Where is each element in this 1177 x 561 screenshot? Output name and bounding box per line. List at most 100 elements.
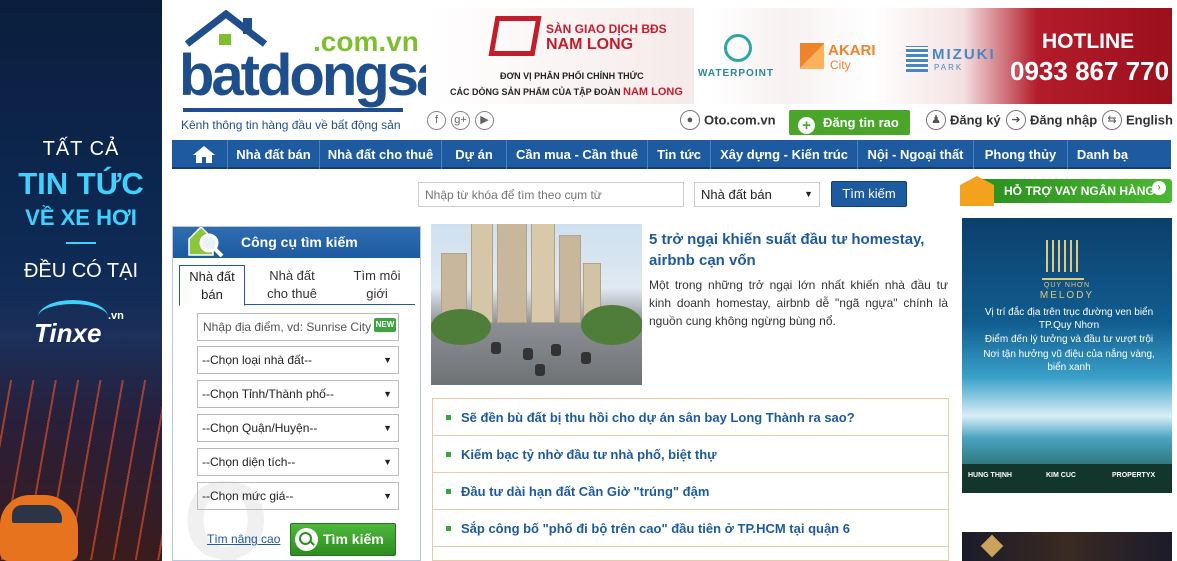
register-link[interactable]: ♟ Đăng ký [926,110,1001,130]
tab-label-line2: giới [366,286,388,301]
mizuki-logo-icon [906,46,928,72]
tab-label-line1: Nhà đất [189,269,235,284]
ad-line-3: VỀ XE HƠI [25,205,137,230]
banner-company-line2: NAM LONG [546,36,634,53]
advanced-search-link[interactable]: Tìm nâng cao [207,532,280,546]
tinxe-suffix: .vn [108,310,124,322]
left-tinxe-ad[interactable]: TẤT CẢ TIN TỨC VỀ XE HƠI ĐỀU CÓ TẠI Tinx… [0,0,162,561]
developer-logo-1: HUNG THỊNH [968,472,1012,479]
facebook-icon[interactable]: f [427,111,446,130]
second-right-ad[interactable] [962,532,1172,561]
bank-loan-label: HỖ TRỢ VAY NGÂN HÀNG [978,179,1172,203]
tab-nha-dat-cho-thue[interactable]: Nhà đất cho thuê [249,265,335,305]
banner-sub2: CÁC DÒNG SẢN PHẨM CỦA TẬP ĐOÀN NAM LONG [450,86,683,98]
namlong-logo-icon [488,16,542,56]
post-listing-button[interactable]: + Đăng tin rao [789,110,910,135]
banner-sub2-brand: NAM LONG [623,86,683,98]
nav-item-nha-dat-cho-thue[interactable]: Nhà đất cho thuê [319,140,441,169]
banner-sub1: ĐƠN VỊ PHÂN PHỐI CHÍNH THỨC [500,71,644,81]
waterpoint-logo-icon [724,34,752,62]
post-listing-label: Đăng tin rao [823,115,899,130]
developer-logo-3: PROPERTYX [1112,472,1156,479]
project-mizuki: MIZUKI [932,46,996,63]
new-badge: NEW [374,318,396,332]
project-waterpoint: WATERPOINT [698,68,774,79]
swap-icon: ⇆ [1102,110,1122,130]
ad-bullet-1: Vị trí đắc địa trên trục đường ven biển … [984,307,1154,331]
list-item[interactable]: Sắp công bố "phố đi bộ trên cao" đầu tiê… [433,510,948,547]
bank-loan-text: HỖ TRỢ VAY NGÂN HÀNG [1004,184,1155,198]
developer-logo-2: KIM CUC [1046,472,1076,479]
ad-brand-small: QUY NHƠN [1043,282,1091,289]
ad-line-2: TIN TỨC [18,166,144,201]
project-akari: AKARI [828,42,876,59]
select-value: --Chọn Tỉnh/Thành phố-- [202,387,334,401]
news-list: Sẽ đền bù đất bị thu hồi cho dự án sân b… [432,398,949,561]
login-link[interactable]: ➜ Đăng nhập [1006,110,1097,130]
nav-item-noi-ngoai-that[interactable]: Nội - Ngoại thất [857,140,973,169]
ad-divider [66,242,96,244]
house-search-icon [188,227,224,257]
search-button[interactable]: Tìm kiếm [831,181,907,207]
project-mizuki-park: PARK [934,63,964,72]
chevron-down-icon: ▼ [804,189,813,199]
ad-line-4: ĐỀU CÓ TẠI [23,260,139,282]
nav-item-can-mua[interactable]: Cần mua - Cần thuê [506,140,647,169]
login-icon: ➜ [1006,110,1026,130]
select-value: --Chọn diện tích-- [202,455,296,469]
tab-tim-moi-gioi[interactable]: Tìm môi giới [339,265,415,305]
list-item[interactable]: Đầu tư dài hạn đất Cần Giờ "trúng" đậm [433,473,948,510]
akari-logo-icon [800,43,824,69]
diamond-icon [980,534,1004,558]
nav-item-du-an[interactable]: Dự án [441,140,506,169]
tab-label-line1: Tìm môi [353,268,401,283]
youtube-icon[interactable]: ▶ [475,111,494,130]
panel-search-button[interactable]: Tìm kiếm [290,523,396,556]
chevron-down-icon: ▼ [383,423,392,433]
nav-item-phong-thuy[interactable]: Phong thủy [973,140,1067,169]
keyword-search-input[interactable] [418,182,684,207]
district-select[interactable]: --Chọn Quận/Huyện-- ▼ [197,414,399,442]
project-akari-city: City [830,58,851,72]
arrow-right-icon: › [1152,181,1166,195]
car-icon: ● [680,110,700,130]
featured-article-summary: Một trong những trở ngại lớn nhất khiến … [649,278,948,328]
tab-nha-dat-ban[interactable]: Nhà đất bán [179,265,245,306]
logo-underline [183,108,403,112]
google-plus-icon[interactable]: g+ [451,111,470,130]
nav-item-xay-dung[interactable]: Xây dựng - Kiến trúc [710,140,857,169]
property-type-select[interactable]: Nhà đất bán ▼ [694,182,820,207]
area-select[interactable]: --Chọn diện tích-- ▼ [197,448,399,476]
hotline-label: HOTLINE [1042,30,1135,53]
list-item[interactable]: Kiếm bạc tỷ nhờ đầu tư nhà phố, biệt thự [433,436,948,473]
chevron-down-icon: ▼ [383,491,392,501]
list-item[interactable]: Sẽ đền bù đất bị thu hồi cho dự án sân b… [433,399,948,436]
property-kind-select[interactable]: --Chọn loại nhà đất-- ▼ [197,346,399,374]
province-select[interactable]: --Chọn Tỉnh/Thành phố-- ▼ [197,380,399,408]
select-value: --Chọn Quận/Huyện-- [202,421,318,435]
bank-loan-banner[interactable]: HỖ TRỢ VAY NGÂN HÀNG › [960,176,1172,206]
home-icon[interactable] [172,140,227,169]
oto-link[interactable]: ● Oto.com.vn [680,110,776,130]
quynhon-melody-ad[interactable]: QUY NHƠN MELODY Vị trí đắc địa trên trục… [962,218,1172,493]
search-panel-title: Công cụ tìm kiếm [241,234,358,250]
language-link[interactable]: ⇆ English [1102,110,1173,130]
nav-item-danh-ba[interactable]: Danh bạ [1067,140,1137,169]
site-logo[interactable]: .com.vn batdongsan Kênh thông tin hàng đ… [177,8,481,134]
plus-icon: + [798,117,815,134]
search-icon [295,528,318,551]
select-value: --Chọn loại nhà đất-- [202,353,313,367]
featured-article-title[interactable]: 5 trở ngại khiến suất đầu tư homestay, a… [649,229,948,271]
tab-label-line1: Nhà đất [269,268,315,283]
list-item-partial[interactable] [433,547,948,560]
price-select[interactable]: --Chọn mức giá-- ▼ [197,482,399,510]
nav-item-nha-dat-ban[interactable]: Nhà đất bán [227,140,319,169]
nav-item-tin-tuc[interactable]: Tin tức [647,140,710,169]
featured-article-image[interactable] [431,224,642,385]
ad-bullet-2: Điểm đến lý tưởng và đầu tư vượt trội [984,334,1154,345]
tab-label-line2: cho thuê [267,286,317,301]
oto-link-label: Oto.com.vn [704,112,776,128]
namlong-banner-ad[interactable]: SÀN GIAO DỊCH BĐS NAM LONG ĐƠN VỊ PHÂN P… [426,8,1172,104]
location-input[interactable]: Nhập địa điểm, vd: Sunrise City NEW [197,313,399,341]
banner-sub2-text: CÁC DÒNG SẢN PHẨM CỦA TẬP ĐOÀN [450,87,621,97]
